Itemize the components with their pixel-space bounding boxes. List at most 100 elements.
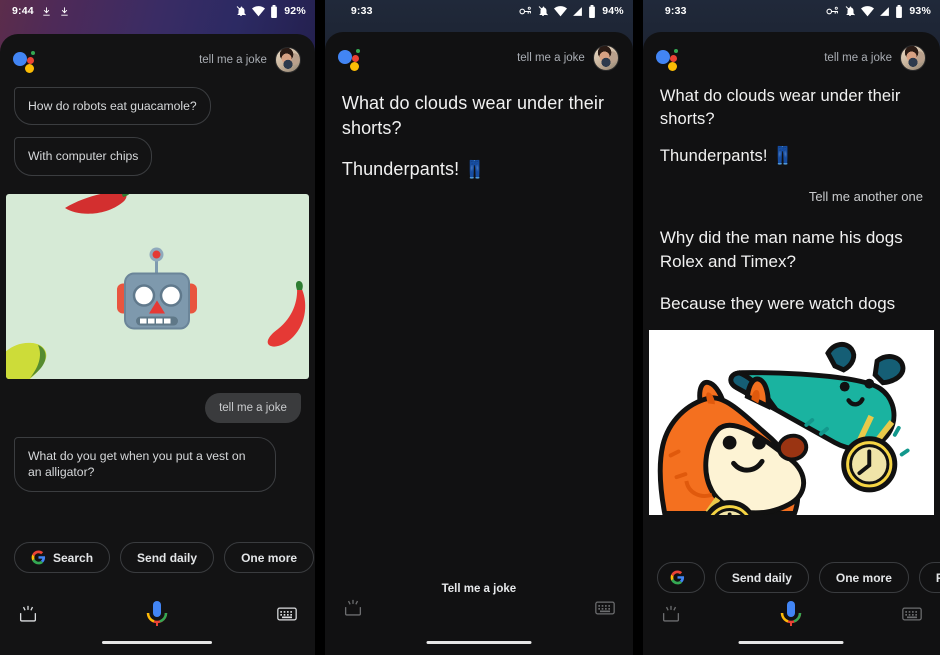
status-time: 9:33 <box>350 5 373 17</box>
user-message-row: tell me a joke <box>0 392 315 423</box>
phone-screen-1: 9:44 92% tell me a joke How do robots ea… <box>0 0 315 655</box>
bottom-bar <box>0 593 315 655</box>
vpn-key-icon <box>519 6 532 14</box>
google-assistant-dots-icon <box>12 47 42 73</box>
assistant-sheet: tell me a joke What do clouds wear under… <box>324 32 633 655</box>
status-time: 9:44 <box>12 5 34 17</box>
avatar[interactable] <box>592 45 619 71</box>
action-chips: Search Send daily One more Random fun <box>0 542 315 573</box>
microphone-icon[interactable] <box>778 599 804 629</box>
google-lens-icon[interactable] <box>343 599 363 617</box>
user-message: tell me a joke <box>205 392 301 423</box>
jeans-emoji: 👖 <box>464 159 486 179</box>
chip-one-more[interactable]: One more <box>224 542 315 573</box>
avatar[interactable] <box>274 47 301 73</box>
chip-send-daily[interactable]: Send daily <box>714 562 809 593</box>
chip-label: Send daily <box>137 550 198 565</box>
assistant-sheet: tell me a joke How do robots eat guacamo… <box>0 34 315 655</box>
battery-percent: 92% <box>284 5 306 17</box>
dogs-svg <box>648 331 934 515</box>
home-indicator[interactable] <box>426 640 532 644</box>
status-bar: 9:33 93% <box>643 0 940 22</box>
panel-divider <box>314 0 325 655</box>
robot-head-icon <box>117 247 198 330</box>
phone-screen-3: 9:33 93% tell me a joke What do clouds w… <box>642 0 940 655</box>
query-text: tell me a joke <box>199 54 267 66</box>
wifi-icon <box>554 5 568 16</box>
google-g-icon <box>670 570 684 585</box>
chip-label: One more <box>835 570 892 585</box>
battery-percent: 93% <box>909 5 931 17</box>
jeans-emoji: 👖 <box>772 145 794 165</box>
google-assistant-dots-icon <box>337 45 367 71</box>
google-lens-icon[interactable] <box>661 605 681 623</box>
keyboard-icon[interactable] <box>902 605 922 623</box>
chip-label: Search <box>53 550 94 565</box>
joke-answer-text: Thunderpants! <box>341 158 460 179</box>
battery-icon <box>896 4 903 18</box>
joke-question: What do clouds wear under their shorts? <box>659 87 901 128</box>
google-assistant-dots-icon <box>655 45 685 71</box>
battery-percent: 94% <box>602 5 624 17</box>
avatar[interactable] <box>900 45 926 71</box>
notifications-silenced-icon <box>236 6 247 16</box>
chip-send-daily[interactable]: Send daily <box>120 542 215 573</box>
cellular-signal-icon <box>573 6 583 16</box>
bottom-bar <box>643 593 940 655</box>
user-followup: Tell me another one <box>808 189 923 205</box>
microphone-icon[interactable] <box>144 599 170 629</box>
action-chips: Send daily One more Random fun <box>643 562 940 593</box>
assistant-bubble[interactable]: What do you get when you put a vest on a… <box>14 436 276 492</box>
assistant-bubble[interactable]: How do robots eat guacamole? <box>14 87 211 126</box>
chip-label: Random fun <box>936 571 940 585</box>
chip-random-fun[interactable]: Random fun <box>918 562 940 593</box>
download-icon <box>61 6 68 16</box>
status-bar: 9:33 94% <box>325 0 633 22</box>
vpn-key-icon <box>826 6 839 14</box>
chip-label: Send daily <box>731 570 792 585</box>
joke-question: What do clouds wear under their shorts? <box>341 93 605 138</box>
joke2-question: Why did the man name his dogs Rolex and … <box>659 228 903 272</box>
joke-answer: Thunderpants! 👖 <box>325 157 633 182</box>
avocado-icon <box>6 342 47 379</box>
chip-search[interactable]: Search <box>14 542 111 573</box>
suggestion-row: How do robots eat guacamole? <box>0 87 315 126</box>
panel-divider <box>632 0 643 655</box>
status-time: 9:33 <box>664 5 687 17</box>
cellular-signal-icon <box>880 6 890 16</box>
answer-row: What do you get when you put a vest on a… <box>0 436 315 492</box>
robot-guacamole-illustration[interactable] <box>6 193 309 379</box>
battery-icon <box>271 4 278 18</box>
bottom-bar <box>325 593 633 655</box>
chip-one-more[interactable]: One more <box>818 562 909 593</box>
home-indicator[interactable] <box>102 640 213 644</box>
three-phone-screenshots: 9:44 92% tell me a joke How do robots ea… <box>0 0 940 655</box>
query-text: tell me a joke <box>517 52 585 64</box>
download-icon <box>43 6 50 16</box>
watch-dogs-illustration[interactable] <box>648 329 934 515</box>
suggestion-row: With computer chips <box>0 137 315 176</box>
keyboard-icon[interactable] <box>595 599 615 617</box>
home-indicator[interactable] <box>738 640 844 644</box>
joke2-answer: Because they were watch dogs <box>659 293 896 313</box>
joke-answer: Thunderpants! 👖 <box>643 144 940 168</box>
chip-label: One more <box>241 550 298 565</box>
joke-answer-text: Thunderpants! <box>659 146 768 165</box>
google-lens-icon[interactable] <box>18 605 38 623</box>
notifications-silenced-icon <box>846 6 856 16</box>
google-g-icon <box>31 550 46 565</box>
assistant-sheet: tell me a joke What do clouds wear under… <box>642 32 940 655</box>
conversation-header: tell me a joke <box>0 34 315 73</box>
assistant-bubble[interactable]: With computer chips <box>14 137 153 176</box>
conversation-header: tell me a joke <box>643 32 940 71</box>
status-bar: 9:44 92% <box>0 0 315 22</box>
chili-pepper-icon <box>65 193 130 214</box>
illustration-canvas <box>6 193 309 379</box>
chip-search[interactable] <box>656 562 705 593</box>
chili-pepper-icon <box>267 280 306 347</box>
notifications-silenced-icon <box>538 6 549 16</box>
battery-icon <box>589 4 596 18</box>
keyboard-icon[interactable] <box>277 605 297 623</box>
conversation-header: tell me a joke <box>325 32 633 71</box>
query-text: tell me a joke <box>824 52 892 64</box>
